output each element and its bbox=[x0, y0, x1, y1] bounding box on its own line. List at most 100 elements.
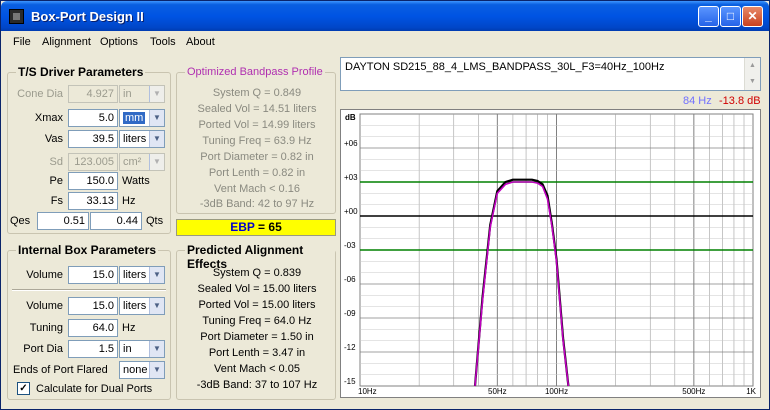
vas-input[interactable]: 39.5 bbox=[68, 130, 118, 148]
qes-label: Qes bbox=[10, 215, 31, 227]
opt-ported-vol: Ported Vol = 14.99 liters bbox=[198, 119, 316, 131]
pred-sealed-vol: Sealed Vol = 15.00 liters bbox=[197, 283, 317, 295]
title-bar[interactable]: Box-Port Design II _ □ ✕ bbox=[1, 1, 769, 31]
maximize-button[interactable]: □ bbox=[720, 6, 741, 27]
scroll-down-icon[interactable]: ▼ bbox=[745, 74, 760, 90]
fs-unit: Hz bbox=[122, 195, 136, 207]
y-tick-label: -12 bbox=[344, 343, 356, 352]
ebp-indicator: EBP = 65 bbox=[176, 219, 336, 236]
tuning-unit: Hz bbox=[122, 322, 136, 334]
readout-frequency: 84 Hz bbox=[683, 95, 712, 107]
minimize-button[interactable]: _ bbox=[698, 6, 719, 27]
window-title: Box-Port Design II bbox=[31, 9, 144, 24]
chevron-down-icon: ▼ bbox=[149, 267, 164, 283]
chevron-down-icon: ▼ bbox=[149, 110, 164, 126]
opt-vent-mach: Vent Mach < 0.16 bbox=[214, 183, 300, 195]
x-tick-label: 500Hz bbox=[682, 387, 705, 396]
chevron-down-icon: ▼ bbox=[149, 341, 164, 357]
pe-unit: Watts bbox=[122, 175, 150, 187]
pred-system-q: System Q = 0.839 bbox=[212, 267, 302, 279]
optimized-profile-group: Optimized Bandpass Profile System Q = 0.… bbox=[176, 66, 336, 214]
volume1-input[interactable]: 15.0 bbox=[68, 266, 118, 284]
cone-dia-unit-select[interactable]: in ▼ bbox=[119, 85, 165, 103]
y-tick-label: -15 bbox=[344, 377, 356, 386]
pe-label: Pe bbox=[49, 175, 63, 187]
ends-flared-select[interactable]: none ▼ bbox=[119, 361, 165, 379]
vas-label: Vas bbox=[44, 133, 63, 145]
ebp-value: = 65 bbox=[258, 220, 282, 234]
xmax-input[interactable]: 5.0 bbox=[68, 109, 118, 127]
pred-tuning-freq: Tuning Freq = 64.0 Hz bbox=[202, 315, 312, 327]
opt-tuning-freq: Tuning Freq = 63.9 Hz bbox=[202, 135, 312, 147]
close-button[interactable]: ✕ bbox=[742, 6, 763, 27]
scroll-up-icon[interactable]: ▲ bbox=[745, 58, 760, 74]
description-text: DAYTON SD215_88_4_LMS_BANDPASS_30L_F3=40… bbox=[345, 61, 665, 73]
ends-flared-label: Ends of Port Flared bbox=[13, 364, 108, 376]
menu-file[interactable]: File bbox=[13, 36, 31, 48]
qts-input[interactable]: 0.44 bbox=[90, 212, 142, 230]
xmax-unit-select[interactable]: mm ▼ bbox=[119, 109, 165, 127]
x-tick-label: 10Hz bbox=[358, 387, 377, 396]
pred-port-length: Port Lenth = 3.47 in bbox=[208, 347, 306, 359]
opt-3db-band: -3dB Band: 42 to 97 Hz bbox=[199, 198, 315, 210]
internal-params-title: Internal Box Parameters bbox=[16, 243, 159, 257]
readout-level: -13.8 dB bbox=[719, 95, 761, 107]
ebp-label: EBP bbox=[230, 220, 255, 234]
y-tick-label: -09 bbox=[344, 309, 356, 318]
port-dia-input[interactable]: 1.5 bbox=[68, 340, 118, 358]
cone-dia-input[interactable]: 4.927 bbox=[68, 85, 118, 103]
opt-sealed-vol: Sealed Vol = 14.51 liters bbox=[197, 103, 317, 115]
opt-port-length: Port Lenth = 0.82 in bbox=[208, 167, 306, 179]
y-tick-label: +06 bbox=[344, 139, 358, 148]
menu-about[interactable]: About bbox=[186, 36, 215, 48]
chevron-down-icon: ▼ bbox=[149, 131, 164, 147]
x-tick-label: 1K bbox=[746, 387, 756, 396]
volume2-input[interactable]: 15.0 bbox=[68, 297, 118, 315]
y-tick-label: -03 bbox=[344, 241, 356, 250]
qes-input[interactable]: 0.51 bbox=[37, 212, 89, 230]
pred-port-diameter: Port Diameter = 1.50 in bbox=[200, 331, 314, 343]
chart-svg: dB +06 +03 +00 -03 -06 -09 -12 -1510Hz 50Hz 100Hz 5… bbox=[344, 113, 757, 396]
x-tick-label: 100Hz bbox=[545, 387, 568, 396]
sd-input[interactable]: 123.005 bbox=[68, 153, 118, 171]
cone-dia-label: Cone Dia bbox=[17, 88, 63, 100]
dual-ports-label: Calculate for Dual Ports bbox=[36, 383, 153, 395]
app-icon[interactable] bbox=[9, 9, 24, 24]
vas-unit-select[interactable]: liters ▼ bbox=[119, 130, 165, 148]
menu-tools[interactable]: Tools bbox=[150, 36, 176, 48]
volume2-unit-select[interactable]: liters ▼ bbox=[119, 297, 165, 315]
pe-input[interactable]: 150.0 bbox=[68, 172, 118, 190]
tuning-input[interactable]: 64.0 bbox=[68, 319, 118, 337]
y-tick-label: +00 bbox=[344, 207, 358, 216]
sd-unit-select[interactable]: cm² ▼ bbox=[119, 153, 165, 171]
qts-label: Qts bbox=[146, 215, 164, 227]
volume1-label: Volume bbox=[26, 269, 63, 281]
x-tick-label: 50Hz bbox=[488, 387, 507, 396]
app-window: Box-Port Design II _ □ ✕ File Alignment … bbox=[0, 0, 770, 410]
port-dia-label: Port Dia bbox=[23, 343, 63, 355]
ts-params-title: T/S Driver Parameters bbox=[16, 65, 146, 79]
frequency-response-chart[interactable]: dB +06 +03 +00 -03 -06 -09 -12 -15 10Hz 50Hz 100Hz 5… bbox=[340, 109, 761, 398]
volume1-unit-select[interactable]: liters ▼ bbox=[119, 266, 165, 284]
xmax-label: Xmax bbox=[34, 112, 63, 124]
menu-options[interactable]: Options bbox=[100, 36, 138, 48]
fs-input[interactable]: 33.13 bbox=[68, 192, 118, 210]
tuning-label: Tuning bbox=[29, 322, 63, 334]
pred-ported-vol: Ported Vol = 15.00 liters bbox=[198, 299, 316, 311]
fs-label: Fs bbox=[50, 195, 63, 207]
port-dia-unit-select[interactable]: in ▼ bbox=[119, 340, 165, 358]
dual-ports-checkbox[interactable]: ✓ bbox=[17, 382, 30, 395]
menu-alignment[interactable]: Alignment bbox=[42, 36, 91, 48]
optimized-profile-title: Optimized Bandpass Profile bbox=[185, 66, 325, 78]
sd-label: Sd bbox=[49, 156, 63, 168]
chevron-down-icon: ▼ bbox=[149, 86, 164, 102]
textbox-scrollbar[interactable]: ▲ ▼ bbox=[744, 58, 760, 90]
description-textbox[interactable]: DAYTON SD215_88_4_LMS_BANDPASS_30L_F3=40… bbox=[340, 57, 761, 91]
y-axis-label: dB bbox=[345, 113, 356, 122]
chevron-down-icon: ▼ bbox=[149, 298, 164, 314]
y-tick-label: -06 bbox=[344, 275, 356, 284]
pred-vent-mach: Vent Mach < 0.05 bbox=[214, 363, 300, 375]
pred-3db-band: -3dB Band: 37 to 107 Hz bbox=[196, 379, 318, 391]
opt-system-q: System Q = 0.849 bbox=[212, 87, 302, 99]
opt-port-diameter: Port Diameter = 0.82 in bbox=[200, 151, 314, 163]
